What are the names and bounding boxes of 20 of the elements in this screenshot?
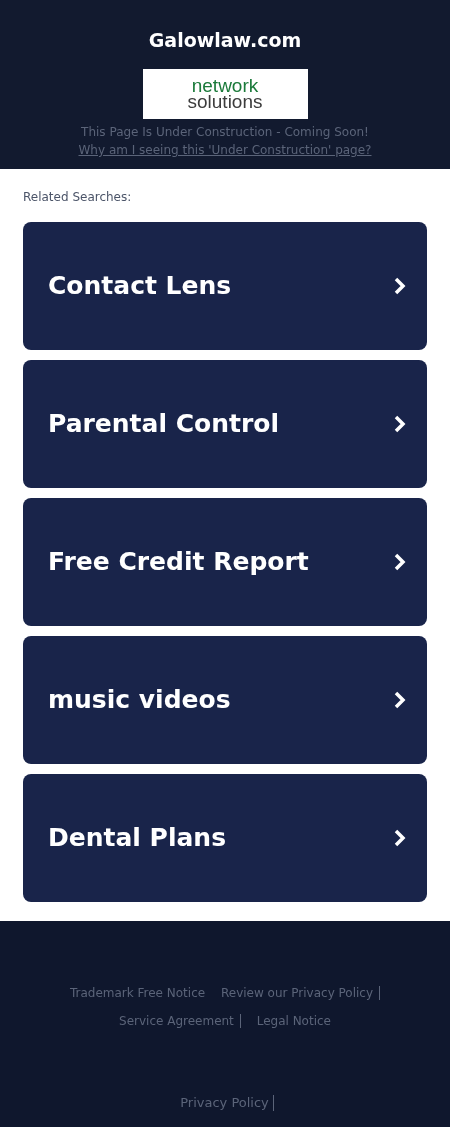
related-searches-heading: Related Searches: <box>23 189 133 205</box>
site-title: Galowlaw.com <box>148 28 302 52</box>
network-solutions-logo: network solutions <box>142 69 308 119</box>
construction-notice: This Page Is Under Construction - Coming Soon! <box>81 124 369 141</box>
why-link[interactable]: Why am I seeing this 'Under Construction' page? <box>78 141 372 159</box>
chevron-right-icon <box>393 690 407 710</box>
chevron-right-icon <box>393 414 407 434</box>
footer-link[interactable]: Review our Privacy Policy <box>214 986 381 1000</box>
search-link[interactable]: music videos <box>23 636 427 764</box>
chevron-right-icon <box>393 552 407 572</box>
footer-link[interactable]: Privacy Policy <box>176 1095 274 1111</box>
footer-link[interactable]: Trademark Free Notice <box>63 986 212 1000</box>
search-link[interactable]: Contact Lens <box>23 222 427 350</box>
chevron-right-icon <box>393 276 407 296</box>
chevron-right-icon <box>393 828 407 848</box>
search-link[interactable]: Parental Control <box>23 360 427 488</box>
search-link[interactable]: Dental Plans <box>23 774 427 902</box>
search-link[interactable]: Free Credit Report <box>23 498 427 626</box>
footer-link[interactable]: Legal Notice <box>250 1014 337 1028</box>
footer-link[interactable]: Service Agreement <box>113 1014 241 1028</box>
